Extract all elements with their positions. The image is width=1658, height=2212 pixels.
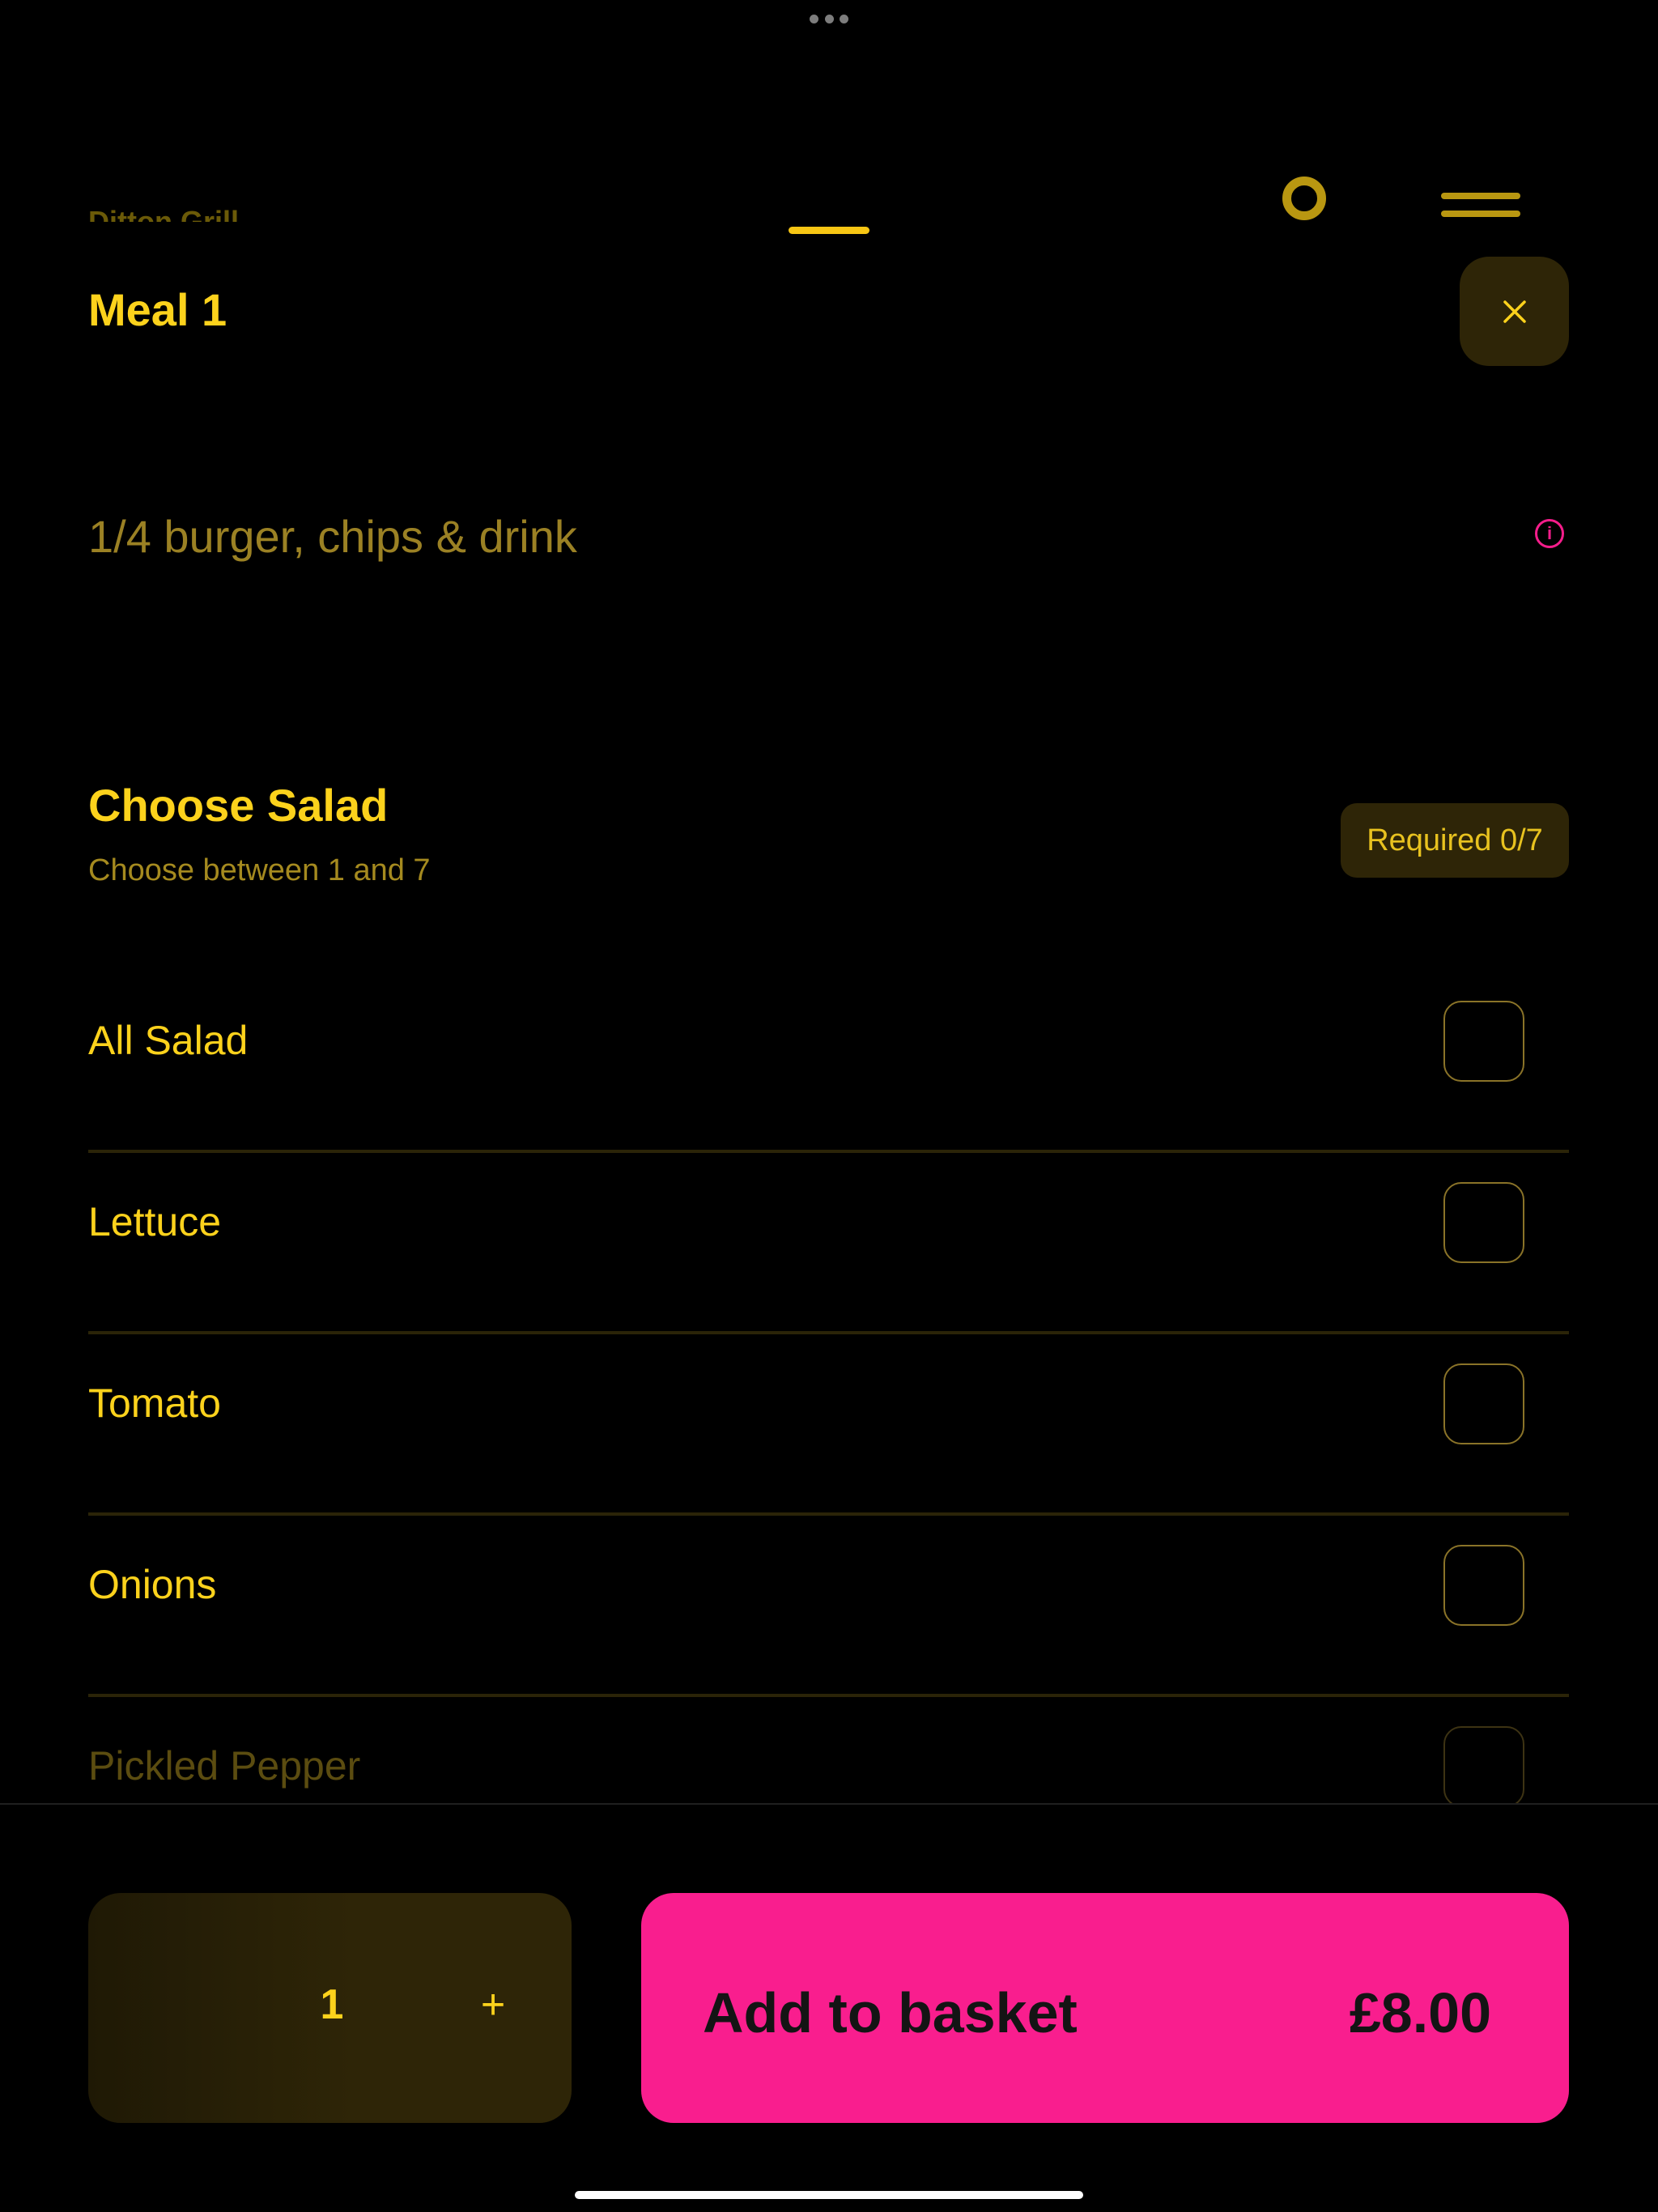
more-dots-icon[interactable] — [810, 15, 848, 24]
info-icon[interactable]: i — [1535, 519, 1564, 548]
option-row-onions[interactable]: Onions — [88, 1516, 1569, 1697]
background-restaurant-title: Ditton Grill — [88, 205, 239, 222]
required-badge: Required 0/7 — [1341, 803, 1569, 878]
option-label: Pickled Pepper — [88, 1743, 361, 1789]
option-checkbox[interactable] — [1443, 1545, 1524, 1626]
background-ring-icon — [1282, 177, 1326, 220]
section-title: Choose Salad — [88, 780, 389, 831]
option-label: Lettuce — [88, 1199, 222, 1244]
add-to-basket-button[interactable]: Add to basket £8.00 — [641, 1893, 1569, 2123]
sheet-drag-handle[interactable] — [789, 227, 869, 234]
option-label: All Salad — [88, 1018, 249, 1063]
home-indicator[interactable] — [575, 2191, 1083, 2199]
option-checkbox[interactable] — [1443, 1001, 1524, 1082]
sheet-title: Meal 1 — [88, 284, 227, 335]
meal-description: 1/4 burger, chips & drink — [88, 511, 577, 562]
quantity-stepper: 1 + — [88, 1893, 572, 2123]
salad-options-list: All Salad Lettuce Tomato Onions Pickled … — [88, 972, 1569, 1803]
option-row-pickled-pepper[interactable]: Pickled Pepper — [88, 1697, 1569, 1803]
option-row-tomato[interactable]: Tomato — [88, 1334, 1569, 1516]
section-subtitle: Choose between 1 and 7 — [88, 853, 431, 887]
option-checkbox[interactable] — [1443, 1363, 1524, 1444]
quantity-value: 1 — [320, 1981, 344, 2028]
close-icon — [1503, 300, 1526, 323]
option-label: Tomato — [88, 1380, 221, 1426]
option-label: Onions — [88, 1562, 217, 1607]
menu-icon — [1441, 193, 1522, 222]
close-button[interactable] — [1460, 257, 1569, 366]
add-to-basket-label: Add to basket — [703, 1981, 1078, 2044]
options-scroll-area[interactable]: All Salad Lettuce Tomato Onions Pickled … — [0, 972, 1658, 1803]
plus-icon[interactable]: + — [469, 1980, 517, 2029]
option-row-all-salad[interactable]: All Salad — [88, 972, 1569, 1153]
option-checkbox[interactable] — [1443, 1726, 1524, 1803]
basket-price: £8.00 — [1349, 1981, 1491, 2044]
option-row-lettuce[interactable]: Lettuce — [88, 1153, 1569, 1334]
option-checkbox[interactable] — [1443, 1182, 1524, 1263]
